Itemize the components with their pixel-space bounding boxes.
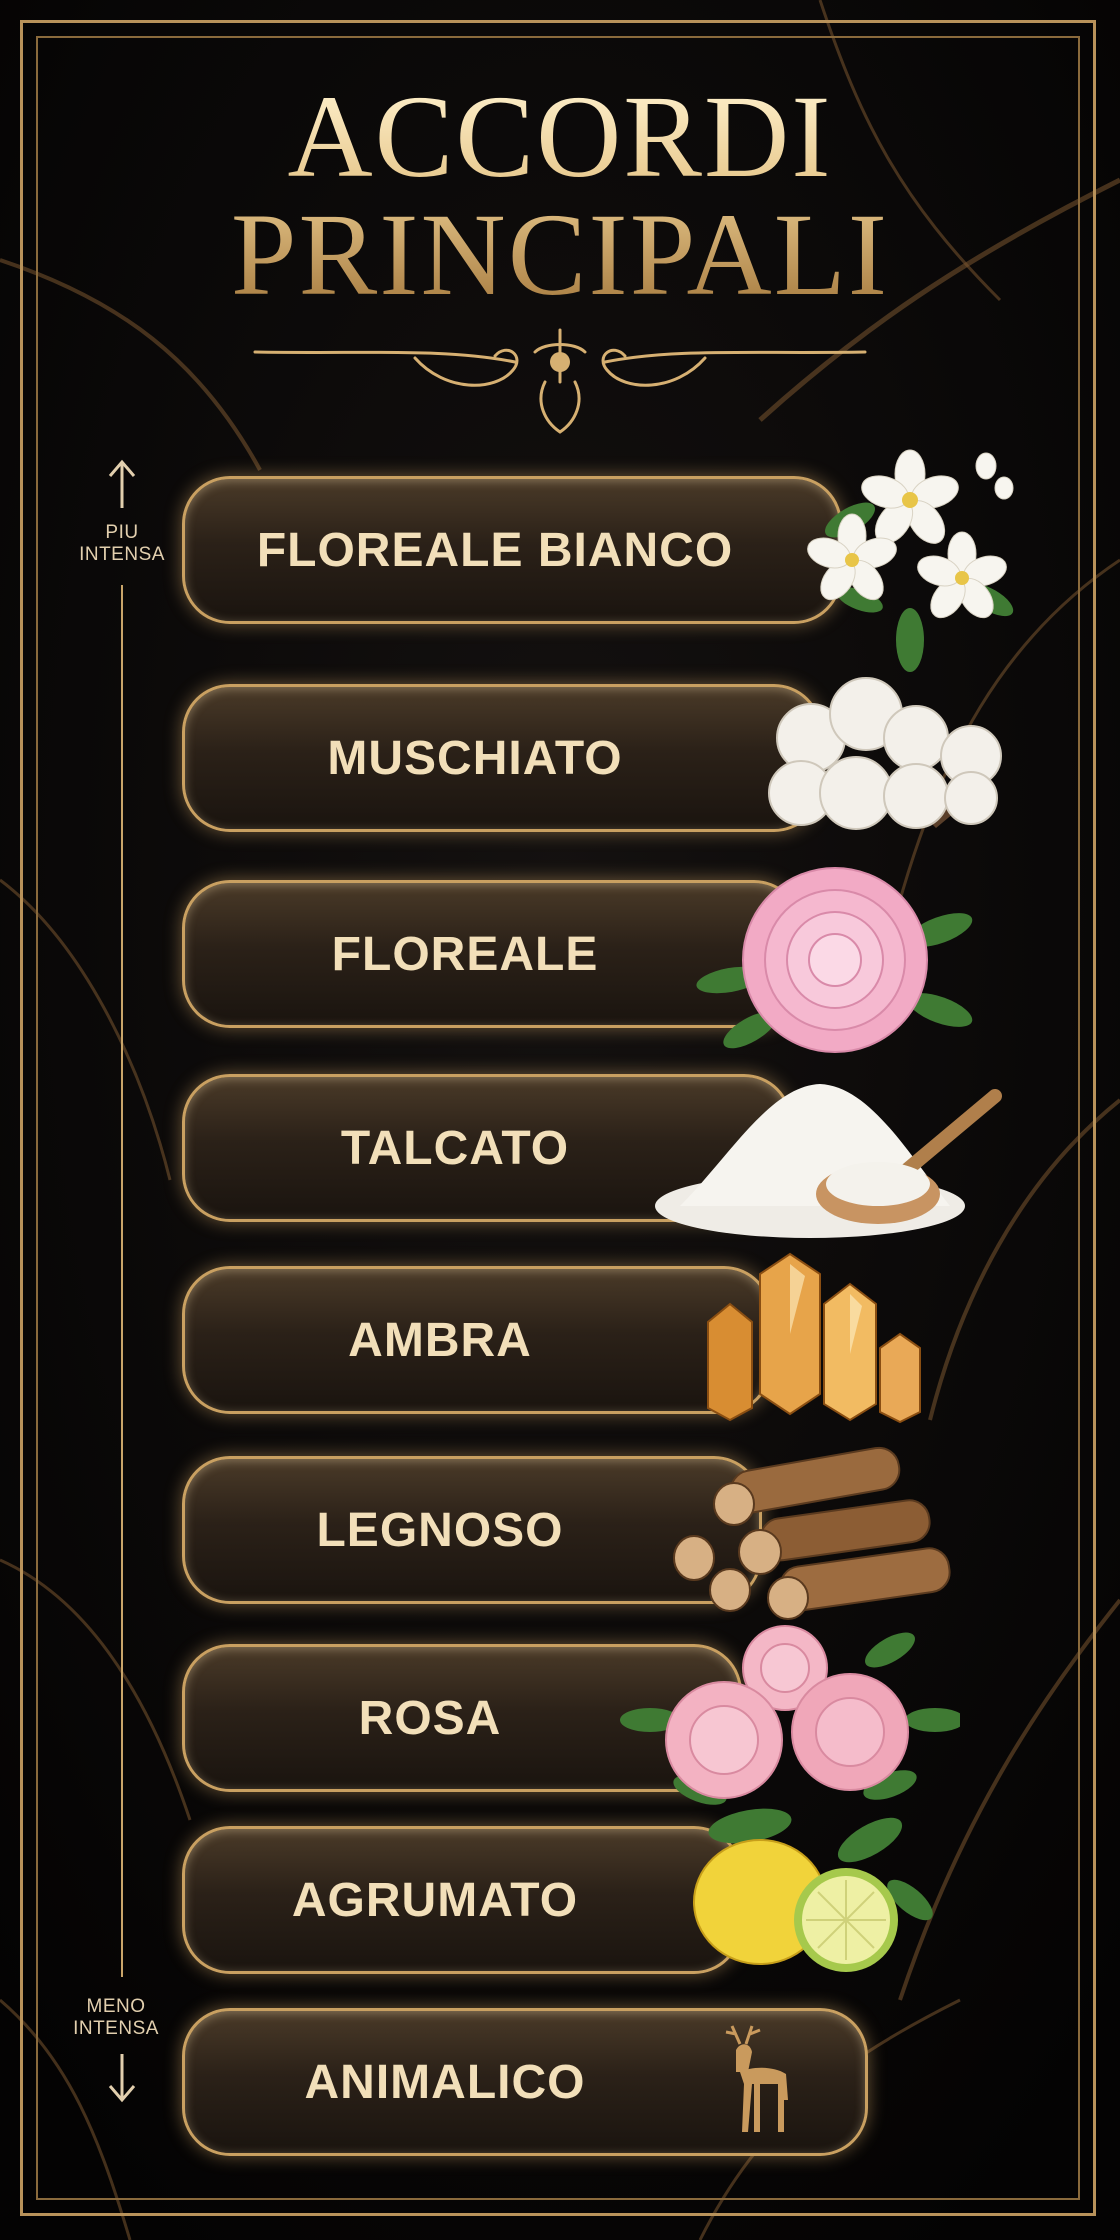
arrow-down-icon <box>108 2054 136 2103</box>
peony-icon <box>696 867 973 1053</box>
accord-pill-floreale-bianco: FLOREALE BIANCO <box>182 476 842 624</box>
white-flowers-icon <box>807 449 1014 672</box>
accord-label: LEGNOSO <box>316 1503 564 1557</box>
cotton-icon <box>768 677 1002 830</box>
less-intense-text: MENO INTENSA <box>73 1996 159 2039</box>
title-line-1: ACCORDI <box>287 71 833 202</box>
deer-icon <box>725 2025 788 2132</box>
more-intense-label: PIU INTENSA <box>62 522 182 566</box>
arrow-up-icon <box>108 459 136 508</box>
accord-label: AGRUMATO <box>291 1873 579 1927</box>
accord-label: FLOREALE BIANCO <box>256 523 734 577</box>
accord-label: ANIMALICO <box>304 2055 586 2109</box>
accord-label: MUSCHIATO <box>327 731 623 785</box>
wood-logs-icon <box>673 1446 951 1620</box>
more-intense-text: PIU INTENSA <box>79 522 165 565</box>
lemon-icon <box>693 1808 933 1972</box>
accord-label: ROSA <box>358 1691 502 1745</box>
accord-pill-agrumato: AGRUMATO <box>182 1826 742 1974</box>
less-intense-label: MENO INTENSA <box>56 1996 176 2040</box>
accord-label: TALCATO <box>340 1121 570 1175</box>
ornament-flourish-icon <box>253 328 867 434</box>
accord-label: AMBRA <box>348 1313 532 1367</box>
amber-crystal-icon <box>707 1252 921 1424</box>
accord-pill-muschiato: MUSCHIATO <box>182 684 822 832</box>
intensity-axis-line <box>121 585 123 1977</box>
roses-icon <box>620 1625 960 1805</box>
title-line-2: PRINCIPALI <box>230 189 890 320</box>
accord-label: FLOREALE <box>331 927 599 981</box>
page-title: ACCORDI PRINCIPALI <box>0 78 1120 314</box>
powder-icon <box>655 1084 1002 1238</box>
